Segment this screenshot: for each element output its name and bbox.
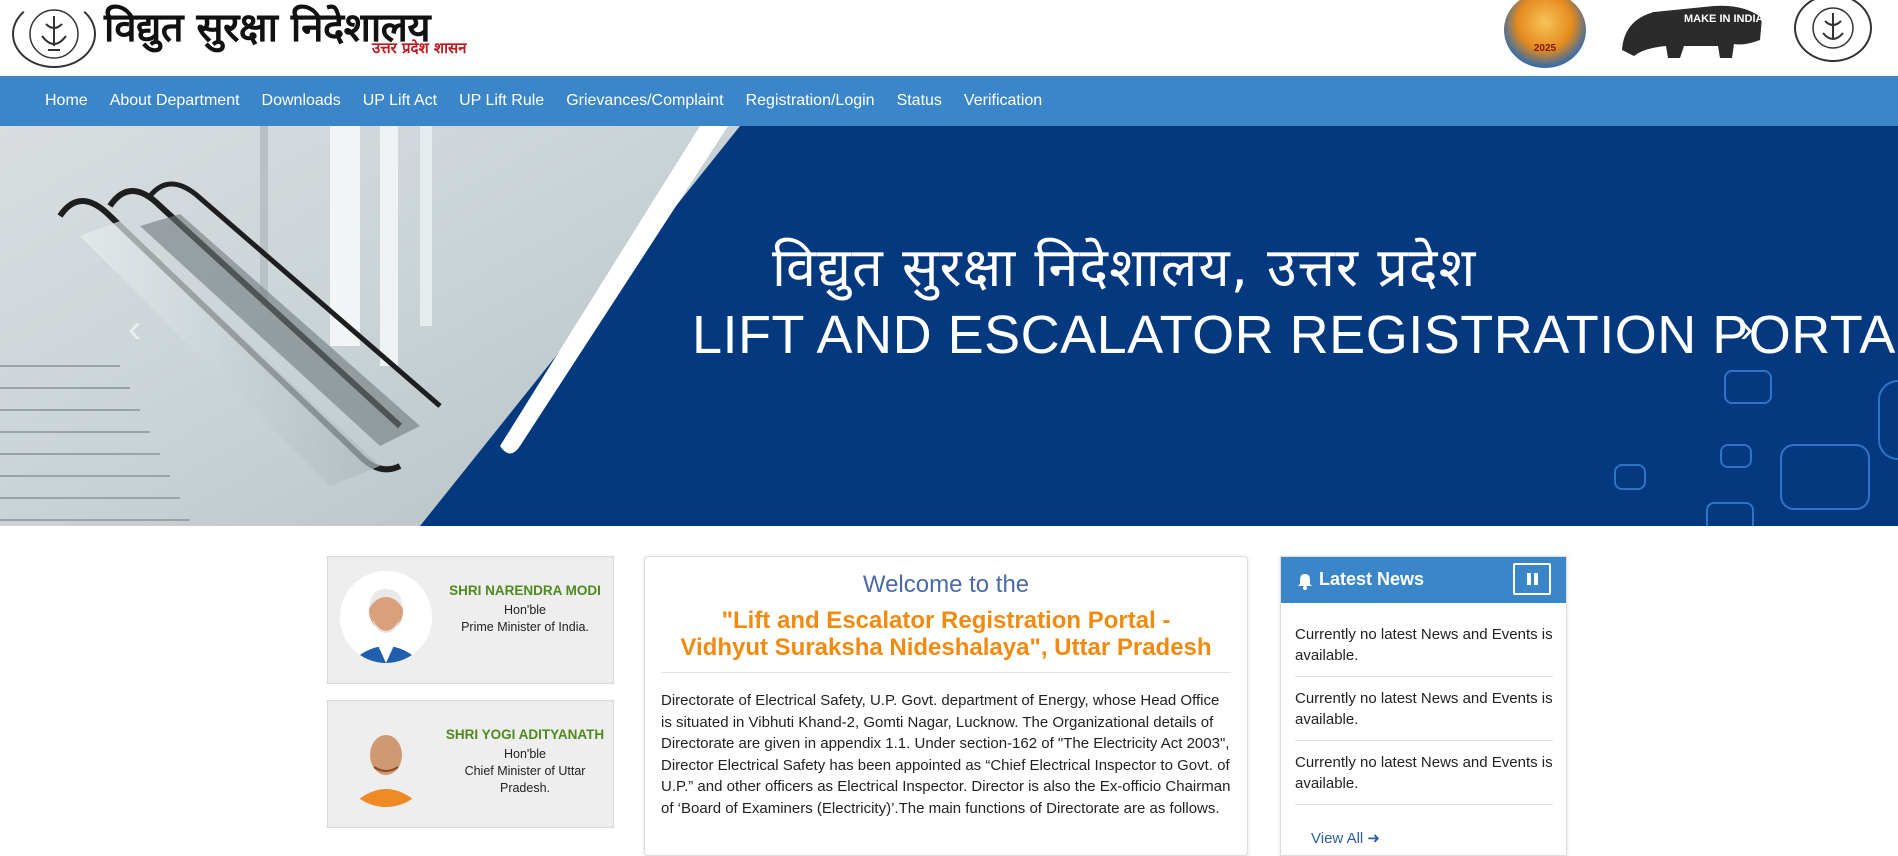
welcome-heading: Welcome to the <box>862 571 1030 598</box>
divider <box>661 672 1231 673</box>
cm-name: SHRI YOGI ADITYANATH <box>445 727 605 742</box>
pm-avatar <box>340 571 432 663</box>
welcome-portal-name: "Lift and Escalator Registration Portal … <box>645 607 1247 661</box>
pm-role: Prime Minister of India. <box>461 620 589 634</box>
latest-news-panel: Latest News Currently no latest News and… <box>1280 556 1567 856</box>
nav-home[interactable]: Home <box>34 76 99 126</box>
decorative-square <box>1614 464 1646 490</box>
cm-role: Chief Minister of Uttar Pradesh. <box>464 764 586 795</box>
news-item[interactable]: Currently no latest News and Events is a… <box>1295 752 1553 805</box>
up-emblem-icon[interactable] <box>1794 0 1872 62</box>
profile-card-cm: SHRI YOGI ADITYANATH Hon'ble Chief Minis… <box>327 700 614 828</box>
decorative-square <box>1724 370 1772 404</box>
welcome-portal-line1: "Lift and Escalator Registration Portal … <box>721 607 1171 634</box>
nav-grievances-complaint[interactable]: Grievances/Complaint <box>555 76 734 126</box>
site-subtitle: उत्तर प्रदेश शासन <box>372 39 467 57</box>
news-item[interactable]: Currently no latest News and Events is a… <box>1295 624 1553 677</box>
view-all-news-link[interactable]: View All ➜ <box>1311 829 1380 847</box>
welcome-portal-line2: Vidhyut Suraksha Nideshalaya", Uttar Pra… <box>680 634 1212 661</box>
nav-up-lift-rule[interactable]: UP Lift Rule <box>448 76 555 126</box>
latest-news-title: Latest News <box>1319 569 1425 589</box>
banner-title-hindi: विद्युत सुरक्षा निदेशालय, उत्तर प्रदेश <box>772 236 1477 299</box>
up-government-emblem-icon[interactable] <box>12 0 96 68</box>
latest-news-header: Latest News <box>1281 557 1566 603</box>
nav-up-lift-act[interactable]: UP Lift Act <box>352 76 448 126</box>
hero-banner: ‹ विद्युत सुरक्षा निदेशालय, उत्तर प्रदेश… <box>0 126 1898 526</box>
make-in-india-logo[interactable]: MAKE IN INDIA <box>1614 0 1770 60</box>
make-in-india-text: MAKE IN INDIA <box>1684 13 1764 25</box>
nav-downloads[interactable]: Downloads <box>251 76 352 126</box>
kumbh-year: 2025 <box>1533 43 1557 54</box>
cm-honorific: Hon'ble <box>504 747 546 761</box>
pm-honorific: Hon'ble <box>504 603 546 617</box>
welcome-body-text: Directorate of Electrical Safety, U.P. G… <box>661 692 1231 817</box>
decorative-square <box>1720 444 1752 468</box>
nav-status[interactable]: Status <box>886 76 953 126</box>
carousel-next-arrow-icon[interactable]: › <box>1740 304 1766 354</box>
pause-icon <box>1533 573 1538 585</box>
pause-icon <box>1526 573 1531 585</box>
news-item[interactable]: Currently no latest News and Events is a… <box>1295 688 1553 741</box>
pm-name: SHRI NARENDRA MODI <box>449 583 601 598</box>
profile-card-pm: SHRI NARENDRA MODI Hon'ble Prime Ministe… <box>327 556 614 684</box>
decorative-square <box>1780 444 1870 510</box>
welcome-panel: Welcome to the "Lift and Escalator Regis… <box>644 556 1248 856</box>
bell-icon <box>1298 574 1312 590</box>
news-pause-button[interactable] <box>1513 563 1551 595</box>
carousel-prev-arrow-icon[interactable]: ‹ <box>128 304 154 354</box>
banner-title-english: LIFT AND ESCALATOR REGISTRATION PORTAL, … <box>692 305 1898 365</box>
decorative-square <box>1706 502 1754 526</box>
nav-about-department[interactable]: About Department <box>99 76 251 126</box>
site-header: विद्युत सुरक्षा निदेशालय उत्तर प्रदेश शा… <box>0 0 1898 76</box>
cm-avatar <box>340 715 432 807</box>
nav-registration-login[interactable]: Registration/Login <box>735 76 886 126</box>
escalator-photo <box>0 126 740 526</box>
nav-verification[interactable]: Verification <box>953 76 1053 126</box>
main-navbar: Home About Department Downloads UP Lift … <box>0 76 1898 126</box>
maha-kumbh-logo[interactable]: 2025 <box>1504 0 1586 68</box>
decorative-square <box>1878 380 1898 460</box>
